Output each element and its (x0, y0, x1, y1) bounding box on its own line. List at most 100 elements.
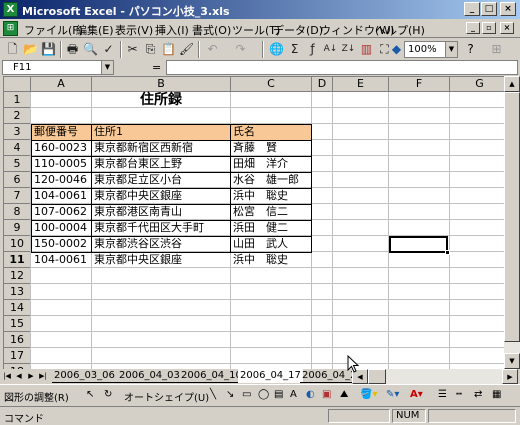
address-cell[interactable]: 東京都台東区上野 (92, 156, 230, 172)
header-cell-postal[interactable]: 郵便番号 (32, 124, 91, 140)
fill-color-icon[interactable]: 🪣▾ (360, 389, 377, 400)
sheet-tab[interactable]: 2006_03_06 (52, 369, 117, 383)
row-header-13[interactable]: 13 (4, 284, 31, 300)
select-objects-icon[interactable]: ↖ (86, 389, 94, 400)
name-cell[interactable]: 浜田 健二 (231, 220, 311, 236)
sort-ascending-icon[interactable]: A↓ (322, 41, 339, 58)
address-cell[interactable]: 東京都中央区銀座 (92, 252, 230, 268)
column-header-b[interactable]: B (92, 77, 231, 92)
free-rotate-icon[interactable]: ↻ (104, 389, 112, 400)
column-header-e[interactable]: E (333, 77, 389, 92)
doc-restore-button[interactable]: ▫ (482, 22, 496, 34)
address-cell[interactable]: 東京都港区南青山 (92, 204, 230, 220)
formula-input[interactable] (166, 60, 518, 75)
menu-format[interactable]: 書式(O) (192, 22, 231, 38)
minimize-button[interactable]: _ (464, 2, 480, 16)
shadow-icon[interactable]: ▦ (492, 389, 501, 400)
line-icon[interactable]: ╲ (210, 389, 216, 400)
row-header-5[interactable]: 5 (4, 156, 31, 172)
chart-wizard-icon[interactable]: ▥ (358, 41, 375, 58)
header-cell-name[interactable]: 氏名 (231, 124, 311, 140)
row-header-7[interactable]: 7 (4, 188, 31, 204)
prev-sheet-icon[interactable]: ◀ (14, 370, 24, 382)
select-all-corner[interactable] (4, 77, 31, 92)
line-color-icon[interactable]: ✎▾ (386, 389, 399, 400)
copy-icon[interactable]: ⎘ (142, 41, 159, 58)
dash-style-icon[interactable]: ┅ (456, 389, 462, 400)
scroll-right-icon[interactable]: ▶ (502, 369, 518, 384)
sheet-title-cell[interactable]: 住所録 (92, 92, 230, 108)
name-cell[interactable]: 浜中 聡史 (231, 188, 311, 204)
column-header-d[interactable]: D (312, 77, 333, 92)
name-cell[interactable]: 浜中 聡史 (231, 252, 311, 268)
address-cell[interactable]: 東京都千代田区大手町 (92, 220, 230, 236)
row-header-15[interactable]: 15 (4, 316, 31, 332)
undo-icon[interactable]: ↶ (204, 41, 221, 58)
address-cell[interactable]: 東京都新宿区西新宿 (92, 140, 230, 156)
menu-view[interactable]: 表示(V) (115, 22, 153, 38)
autoshape-menu[interactable]: オートシェイプ(U) (124, 389, 209, 404)
postal-code-cell[interactable]: 160-0023 (32, 140, 91, 156)
column-header-c[interactable]: C (231, 77, 312, 92)
vertical-scroll-thumb[interactable] (504, 92, 520, 342)
cut-icon[interactable]: ✂ (124, 41, 141, 58)
name-cell[interactable]: 松宮 信二 (231, 204, 311, 220)
name-cell[interactable]: 田畑 洋介 (231, 156, 311, 172)
picture-icon[interactable]: ▣ (322, 389, 331, 400)
menu-edit[interactable]: 編集(E) (76, 22, 114, 38)
column-header-a[interactable]: A (31, 77, 92, 92)
row-header-14[interactable]: 14 (4, 300, 31, 316)
next-sheet-icon[interactable]: ▶ (26, 370, 36, 382)
save-icon[interactable]: 💾 (40, 41, 57, 58)
address-cell[interactable]: 東京都足立区小台 (92, 172, 230, 188)
postal-code-cell[interactable]: 104-0061 (32, 252, 91, 268)
picture-insert-icon[interactable]: ⛰ (340, 389, 348, 400)
postal-code-cell[interactable]: 150-0002 (32, 236, 91, 252)
close-button[interactable]: × (500, 2, 516, 16)
first-sheet-icon[interactable]: |◀ (2, 370, 12, 382)
wordart-icon[interactable]: A (290, 389, 297, 400)
workbook-icon[interactable]: ⊞ (3, 21, 18, 36)
postal-code-cell[interactable]: 100-0004 (32, 220, 91, 236)
row-header-3[interactable]: 3 (4, 124, 31, 140)
postal-code-cell[interactable]: 110-0005 (32, 156, 91, 172)
sort-descending-icon[interactable]: Z↓ (340, 41, 357, 58)
column-header-f[interactable]: F (389, 77, 450, 92)
address-cell[interactable]: 東京都中央区銀座 (92, 188, 230, 204)
clipart-icon[interactable]: ◐ (306, 389, 315, 400)
maximize-button[interactable]: □ (481, 2, 497, 16)
horizontal-scroll-thumb[interactable] (368, 369, 386, 384)
borders-icon[interactable]: ⊞ (488, 41, 505, 58)
header-cell-address[interactable]: 住所1 (92, 124, 230, 140)
print-preview-icon[interactable]: 🔍 (82, 41, 99, 58)
open-icon[interactable]: 📂 (22, 41, 39, 58)
scroll-up-icon[interactable]: ▲ (504, 76, 520, 92)
textbox-icon[interactable]: ▤ (274, 389, 283, 400)
worksheet-grid[interactable]: ABCDEFG 12345678910111213141516171819 住所… (3, 76, 504, 369)
column-header-g[interactable]: G (450, 77, 504, 92)
arrow-style-icon[interactable]: ⇄ (474, 389, 482, 400)
scroll-down-icon[interactable]: ▼ (504, 353, 520, 369)
fill-handle[interactable] (445, 250, 450, 255)
function-icon[interactable]: ƒ (304, 41, 321, 58)
shape-adjust-menu[interactable]: 図形の調整(R) (4, 389, 69, 404)
line-style-icon[interactable]: ☰ (438, 389, 447, 400)
name-box[interactable]: F11 ▼ (2, 60, 114, 75)
redo-icon[interactable]: ↷ (232, 41, 249, 58)
active-cell-cursor[interactable] (389, 236, 450, 255)
address-cell[interactable]: 東京都渋谷区渋谷 (92, 236, 230, 252)
menu-help[interactable]: ヘルプ(H) (375, 22, 425, 38)
row-header-11[interactable]: 11 (4, 252, 31, 268)
format-painter-icon[interactable]: 🖌 (178, 41, 195, 58)
help-icon[interactable]: ? (462, 41, 479, 58)
last-sheet-icon[interactable]: ▶| (38, 370, 48, 382)
row-header-8[interactable]: 8 (4, 204, 31, 220)
zoom-select[interactable]: 100% ▼ (404, 41, 458, 58)
autosum-icon[interactable]: Σ (286, 41, 303, 58)
menu-insert[interactable]: 挿入(I) (155, 22, 189, 38)
row-header-4[interactable]: 4 (4, 140, 31, 156)
sheet-tab[interactable]: 2006_04_10 (179, 369, 244, 383)
row-header-9[interactable]: 9 (4, 220, 31, 236)
row-header-1[interactable]: 1 (4, 92, 31, 108)
sheet-tab-active[interactable]: 2006_04_17 (238, 369, 303, 383)
